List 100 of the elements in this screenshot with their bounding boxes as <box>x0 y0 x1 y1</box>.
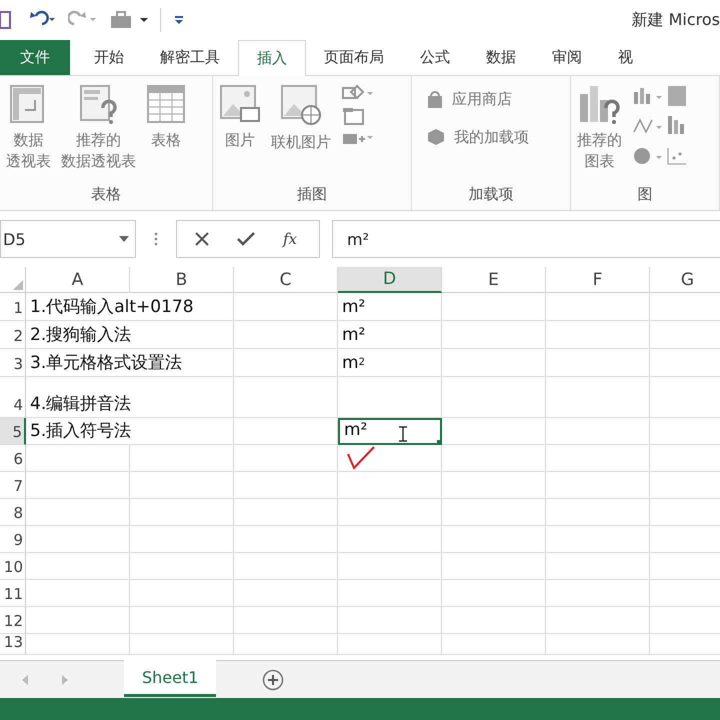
row-header[interactable]: 3 <box>0 349 26 377</box>
column-header[interactable]: E <box>442 267 546 293</box>
row-header[interactable]: 10 <box>0 553 26 580</box>
table-cell[interactable] <box>546 293 650 321</box>
text-cursor-icon[interactable] <box>398 426 408 442</box>
table-cell[interactable] <box>26 607 130 634</box>
table-cell[interactable] <box>338 472 442 499</box>
table-cell[interactable] <box>546 321 650 349</box>
ribbon-tab[interactable]: 开始 <box>76 40 142 75</box>
table-cell[interactable]: 5.插入符号法 <box>26 418 234 445</box>
table-cell[interactable] <box>130 553 234 580</box>
globe-picture-icon[interactable] <box>280 84 322 126</box>
table-cell[interactable] <box>546 634 650 655</box>
table-cell[interactable] <box>338 377 442 418</box>
dropdown-icon[interactable] <box>119 236 129 242</box>
table-cell[interactable] <box>442 499 546 526</box>
charts-drawing[interactable] <box>632 84 688 166</box>
column-header[interactable]: C <box>234 267 338 293</box>
row-header[interactable]: 11 <box>0 580 26 607</box>
table-cell[interactable]: m² <box>338 293 442 321</box>
table-cell[interactable] <box>26 472 130 499</box>
table-cell[interactable] <box>338 580 442 607</box>
table-cell[interactable] <box>442 607 546 634</box>
table-icon[interactable] <box>146 84 186 124</box>
table-cell[interactable] <box>546 349 650 377</box>
check-mark-icon[interactable] <box>346 446 376 470</box>
table-cell[interactable] <box>338 526 442 553</box>
table-cell[interactable] <box>26 526 130 553</box>
table-question-icon[interactable] <box>78 84 118 124</box>
active-cell[interactable]: m² <box>338 418 442 445</box>
table-cell[interactable] <box>26 634 130 655</box>
enter-check-icon[interactable] <box>237 232 255 246</box>
table-cell[interactable] <box>442 526 546 553</box>
table-cell[interactable] <box>442 349 546 377</box>
table-cell[interactable] <box>442 580 546 607</box>
table-cell[interactable] <box>546 526 650 553</box>
row-header[interactable]: 12 <box>0 607 26 634</box>
ribbon-tab[interactable]: 审阅 <box>534 40 600 75</box>
table-cell[interactable] <box>442 445 546 472</box>
table-cell[interactable] <box>234 634 338 655</box>
table-cell[interactable] <box>546 580 650 607</box>
table-cell[interactable] <box>234 321 338 349</box>
table-cell[interactable] <box>234 553 338 580</box>
ribbon-tab[interactable]: 数据 <box>468 40 534 75</box>
insert-function-button[interactable]: fx <box>283 230 298 248</box>
table-cell[interactable] <box>234 377 338 418</box>
table-cell[interactable] <box>338 445 442 472</box>
table-cell[interactable] <box>442 377 546 418</box>
name-box[interactable]: D5 <box>0 220 136 258</box>
shapes-drawing[interactable] <box>341 84 375 146</box>
column-header[interactable]: D <box>338 267 442 293</box>
ribbon-button[interactable]: 我的加载项 <box>418 127 537 147</box>
table-cell[interactable]: 2.搜狗输入法 <box>26 321 234 349</box>
table-cell[interactable] <box>234 293 338 321</box>
table-cell[interactable] <box>234 580 338 607</box>
sheet-tab[interactable]: Sheet1 <box>124 660 216 697</box>
table-cell[interactable] <box>130 634 234 655</box>
ribbon-button[interactable]: 应用商店 <box>418 90 520 109</box>
add-sheet-icon[interactable] <box>262 668 284 690</box>
table-cell[interactable] <box>546 445 650 472</box>
table-cell[interactable] <box>130 472 234 499</box>
ribbon-tab[interactable]: 解密工具 <box>142 40 238 75</box>
chart-question-icon[interactable] <box>578 84 622 124</box>
column-header[interactable]: A <box>26 267 130 293</box>
ribbon-button[interactable]: 推荐的 图表 <box>577 84 622 172</box>
ribbon-button[interactable]: 联机图片 <box>271 84 331 153</box>
store-bag-icon[interactable] <box>426 90 444 108</box>
table-cell[interactable] <box>130 526 234 553</box>
table-cell[interactable]: 3.单元格格式设置法 <box>26 349 234 377</box>
table-cell[interactable] <box>234 607 338 634</box>
table-cell[interactable]: m² <box>338 321 442 349</box>
table-cell[interactable] <box>338 499 442 526</box>
table-cell[interactable] <box>442 472 546 499</box>
table-cell[interactable] <box>26 580 130 607</box>
table-cell[interactable] <box>26 445 130 472</box>
table-cell[interactable] <box>546 607 650 634</box>
row-header[interactable]: 7 <box>0 472 26 499</box>
table-cell[interactable]: m$^{2}$ <box>338 349 442 377</box>
row-header[interactable]: 5 <box>0 418 26 445</box>
table-cell[interactable] <box>442 321 546 349</box>
row-header[interactable]: 6 <box>0 445 26 472</box>
ribbon-button[interactable]: 图片 <box>219 84 261 151</box>
more-icon[interactable] <box>154 232 158 246</box>
table-cell[interactable]: 1.代码输入alt+0178 <box>26 293 234 321</box>
table-cell[interactable] <box>234 499 338 526</box>
table-cell[interactable]: 4.编辑拼音法 <box>26 377 234 418</box>
table-cell[interactable] <box>338 607 442 634</box>
picture-icon[interactable] <box>219 84 261 124</box>
table-cell[interactable] <box>546 499 650 526</box>
table-cell[interactable] <box>26 499 130 526</box>
table-cell[interactable] <box>26 553 130 580</box>
ribbon-button[interactable]: 推荐的 数据透视表 <box>61 84 136 172</box>
ribbon-button[interactable]: 表格 <box>146 84 186 151</box>
table-cell[interactable] <box>442 553 546 580</box>
table-cell[interactable] <box>442 418 546 445</box>
table-cell[interactable] <box>546 418 650 445</box>
row-header[interactable]: 2 <box>0 321 26 349</box>
table-cell[interactable] <box>234 472 338 499</box>
table-cell[interactable] <box>130 607 234 634</box>
ribbon-tab[interactable]: 插入 <box>238 40 306 76</box>
